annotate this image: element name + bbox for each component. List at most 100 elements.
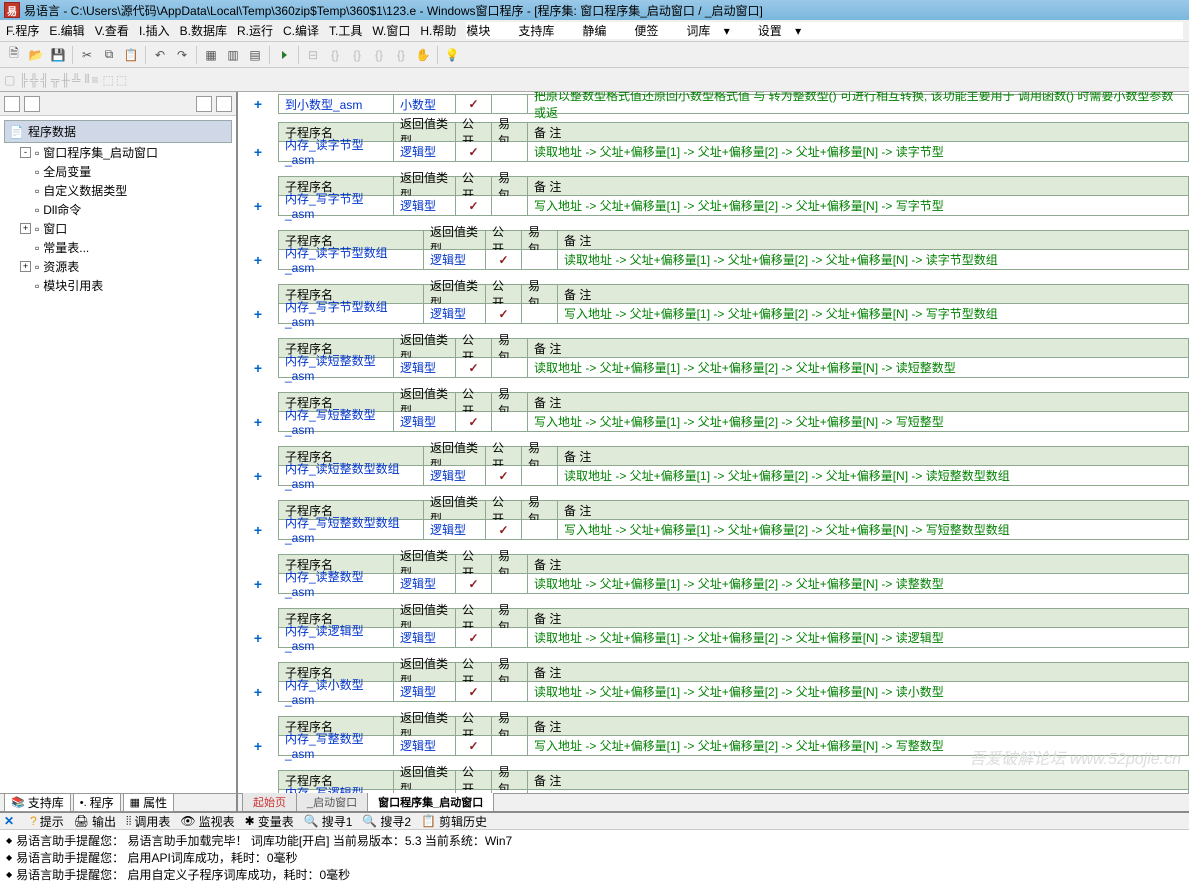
new-icon[interactable]: 🗎 [4,45,24,65]
func-ret[interactable]: 逻辑型 [394,196,456,215]
tab-watch[interactable]: 👁监视表 [180,813,234,830]
func-note[interactable]: 读取地址 -> 父址+偏移量[1] -> 父址+偏移量[2] -> 父址+偏移量… [528,142,1188,161]
bulb-icon[interactable]: 💡 [442,45,462,65]
func-ret[interactable]: 逻辑型 [394,736,456,755]
func-pkg[interactable] [522,250,558,269]
menu-note[interactable]: 便签 [634,22,658,39]
func-pkg[interactable] [492,412,528,431]
func-ret[interactable]: 逻辑型 [394,790,456,793]
func-ret[interactable]: 逻辑型 [424,304,486,323]
tab-calltable[interactable]: ⦙⦙调用表 [126,813,170,830]
func-name[interactable]: 内存_读小数型_asm [279,682,394,701]
func-ret[interactable]: 逻辑型 [424,250,486,269]
align-right-icon[interactable]: ╣ [40,73,49,87]
gutter-plus[interactable]: + [238,94,278,114]
func-pub-check[interactable]: ✓ [486,304,522,323]
func-name[interactable]: 内存_写字节型_asm [279,196,394,215]
align-bot-icon[interactable]: ╩ [72,73,81,87]
func-pub-check[interactable]: ✓ [456,790,492,793]
gutter-plus[interactable]: + [238,520,278,540]
tab-search1[interactable]: 🔍搜寻1 [304,813,353,830]
menu-tool[interactable]: T.工具 [329,22,362,39]
debug3-icon[interactable]: {} [347,45,367,65]
func-ret[interactable]: 逻辑型 [424,520,486,539]
func-pkg[interactable] [492,574,528,593]
menu-lib[interactable]: 支持库 [518,22,554,39]
align1-icon[interactable]: ▢ [4,73,15,87]
redo-icon[interactable]: ↷ [172,45,192,65]
func-pub-check[interactable]: ✓ [456,682,492,701]
func-pub-check[interactable]: ✓ [486,466,522,485]
tree-item[interactable]: +▫资源表 [20,257,232,276]
gutter-plus[interactable]: + [238,682,278,702]
func-name[interactable]: 内存_读逻辑型_asm [279,628,394,647]
panel-close-icon[interactable]: ✕ [4,814,14,828]
align-left-icon[interactable]: ╠ [19,73,28,87]
menu-compile[interactable]: C.编译 [283,22,319,39]
func-pub[interactable]: ✓ [456,95,492,113]
copy-icon[interactable]: ⧉ [99,45,119,65]
left-tb-btn2[interactable] [24,96,40,112]
func-ret[interactable]: 逻辑型 [394,142,456,161]
tree-item[interactable]: ▫全局变量 [20,162,232,181]
func-pkg[interactable] [492,790,528,793]
size1-icon[interactable]: ⬚ [103,73,114,87]
open-icon[interactable]: 📂 [26,45,46,65]
func-name[interactable]: 内存_读字节型数组_asm [279,250,424,269]
gutter-plus[interactable]: + [238,790,278,793]
tree-root[interactable]: 📄 程序数据 [4,120,232,143]
layout3-icon[interactable]: ▤ [245,45,265,65]
func-pub-check[interactable]: ✓ [456,358,492,377]
func-note[interactable]: 读取地址 -> 父址+偏移量[1] -> 父址+偏移量[2] -> 父址+偏移量… [528,682,1188,701]
func-name[interactable]: 内存_写短整数型数组_asm [279,520,424,539]
func-ret[interactable]: 逻辑型 [394,412,456,431]
func-pub-check[interactable]: ✓ [456,574,492,593]
tab-support-lib[interactable]: 📚 支持库 [4,793,71,812]
debug4-icon[interactable]: {} [369,45,389,65]
gutter-plus[interactable]: + [238,466,278,486]
func-ret[interactable]: 逻辑型 [394,682,456,701]
left-tb-btn1[interactable] [4,96,20,112]
expand-icon[interactable]: + [20,223,31,234]
func-note[interactable]: 写入地址 -> 父址+偏移量[1] -> 父址+偏移量[2] -> 父址+偏移量… [528,736,1188,755]
func-pkg[interactable] [492,682,528,701]
func-pub-check[interactable]: ✓ [456,628,492,647]
menu-static[interactable]: 静编 [582,22,606,39]
func-pkg[interactable] [492,736,528,755]
func-pkg[interactable] [492,358,528,377]
menu-settings[interactable]: 设置 ▾ [758,22,801,39]
menu-run[interactable]: R.运行 [237,22,273,39]
func-ret[interactable]: 逻辑型 [424,466,486,485]
tab-startwin[interactable]: _启动窗口 [296,792,368,811]
func-pkg[interactable] [492,142,528,161]
func-pub-check[interactable]: ✓ [456,196,492,215]
tab-output[interactable]: 🖨输出 [74,813,116,830]
dist-v-icon[interactable]: ≡ [91,73,98,87]
func-pkg[interactable] [522,304,558,323]
size2-icon[interactable]: ⬚ [116,73,127,87]
paste-icon[interactable]: 📋 [121,45,141,65]
tree-item[interactable]: -▫窗口程序集_启动窗口 [20,143,232,162]
menu-view[interactable]: V.查看 [95,22,129,39]
expand-icon[interactable]: - [20,147,31,158]
dist-h-icon[interactable]: ⫴ [84,72,89,87]
tab-cliphist[interactable]: 📋剪辑历史 [421,813,487,830]
func-name[interactable]: 内存_写字节型数组_asm [279,304,424,323]
layout2-icon[interactable]: ▥ [223,45,243,65]
run-icon[interactable] [274,45,294,65]
left-tb-btn4[interactable] [216,96,232,112]
tab-tips[interactable]: ?提示 [30,813,64,830]
gutter-plus[interactable]: + [238,250,278,270]
func-note[interactable]: 写入地址 -> 父址+偏移量[1] -> 父址+偏移量[2] -> 父址+偏移量… [558,520,1188,539]
func-note[interactable]: 写入地址 -> 父址+偏移量[1] -> 父址+偏移量[2] -> 父址+偏移量… [558,304,1188,323]
tree-item[interactable]: ▫模块引用表 [20,276,232,295]
func-pkg[interactable] [522,466,558,485]
gutter-plus[interactable]: + [238,304,278,324]
output-panel[interactable]: ◆易语言助手提醒您： 易语言助手加载完毕！ 词库功能[开启] 当前易版本：5.3… [0,829,1189,889]
tab-winset[interactable]: 窗口程序集_启动窗口 [367,792,494,811]
gutter-plus[interactable]: + [238,412,278,432]
tree-item[interactable]: +▫窗口 [20,219,232,238]
gutter-plus[interactable]: + [238,628,278,648]
align-top-icon[interactable]: ╦ [51,73,60,87]
gutter-plus[interactable]: + [238,358,278,378]
